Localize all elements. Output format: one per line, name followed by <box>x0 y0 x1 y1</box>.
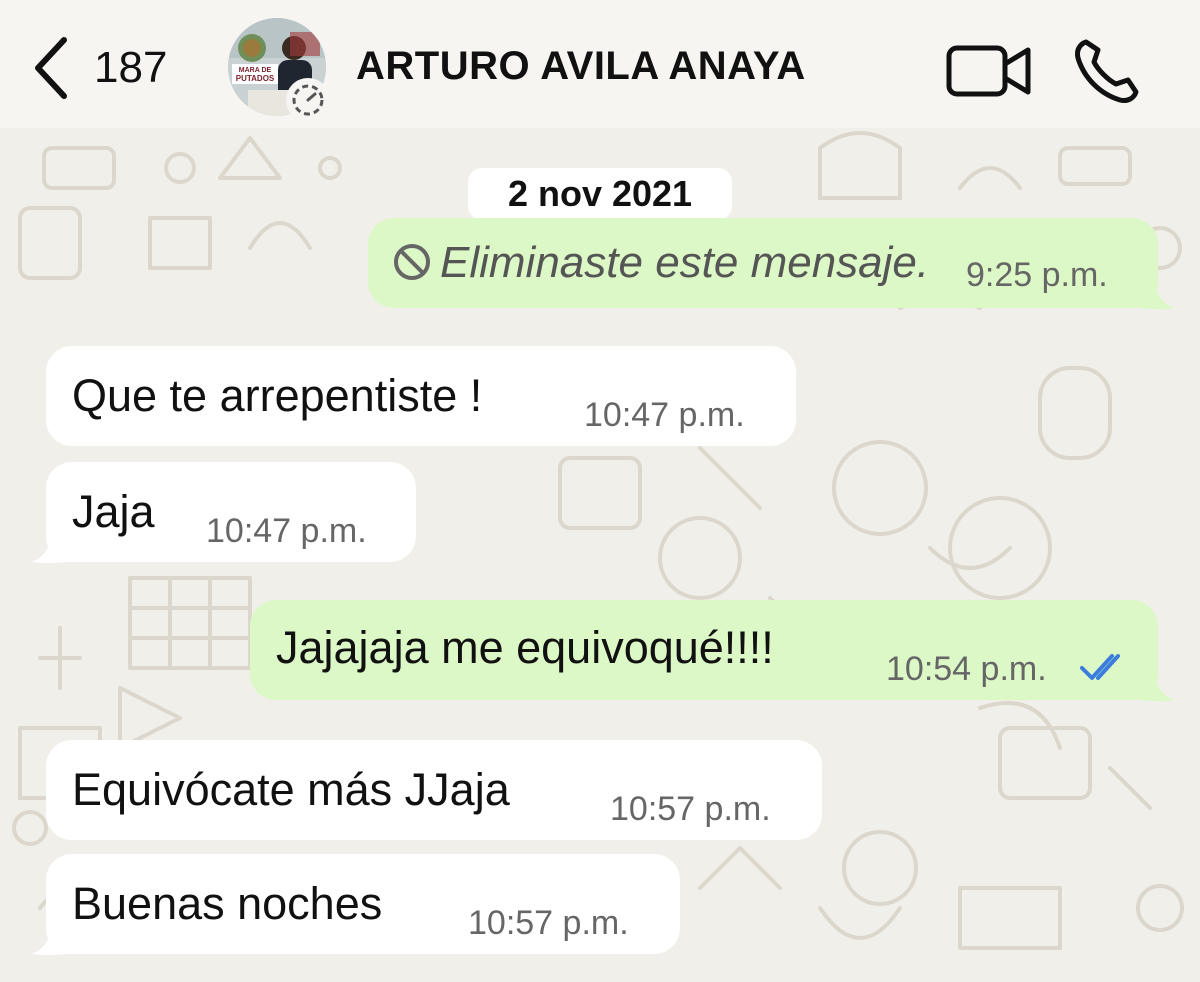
message-time: 10:54 p.m. <box>886 650 1047 688</box>
video-call-button[interactable] <box>944 40 1034 102</box>
message-bubble[interactable]: Equivócate más JJaja 10:57 p.m. <box>46 740 822 840</box>
message-text: Jaja <box>72 486 155 537</box>
message-text: Que te arrepentiste ! <box>72 370 483 421</box>
chat-header: 187 MARA DE PUTADOS ARTURO AVILA ANAYA <box>0 0 1200 128</box>
contact-name[interactable]: ARTURO AVILA ANAYA <box>356 44 806 89</box>
message-text: Equivócate más JJaja <box>72 764 510 815</box>
message-time: 10:47 p.m. <box>584 396 745 434</box>
date-separator: 2 nov 2021 <box>468 168 732 220</box>
svg-text:MARA DE: MARA DE <box>239 67 272 74</box>
status-ring-icon <box>286 78 330 122</box>
message-text: Eliminaste este mensaje. <box>440 238 930 287</box>
message-bubble[interactable]: Buenas noches 10:57 p.m. <box>46 854 680 954</box>
video-camera-icon <box>946 45 1031 97</box>
bubble-tail <box>32 528 68 563</box>
unread-count: 187 <box>94 43 168 92</box>
bubble-tail <box>1140 274 1174 309</box>
message-bubble[interactable]: Jajajaja me equivoqué!!!! 10:54 p.m. <box>250 600 1158 700</box>
bubble-tail <box>1140 666 1174 701</box>
message-bubble[interactable]: Que te arrepentiste ! 10:47 p.m. <box>46 346 796 446</box>
double-check-read-icon <box>1080 654 1120 680</box>
message-text: Jajajaja me equivoqué!!!! <box>276 622 774 673</box>
voice-call-button[interactable] <box>1072 36 1142 106</box>
message-text: Buenas noches <box>72 878 383 929</box>
bubble-tail <box>32 920 68 955</box>
message-time: 9:25 p.m. <box>966 256 1108 294</box>
message-bubble[interactable]: Jaja 10:47 p.m. <box>46 462 416 562</box>
phone-icon <box>1075 39 1139 103</box>
message-bubble[interactable]: Eliminaste este mensaje. 9:25 p.m. <box>368 218 1158 308</box>
deleted-icon <box>394 244 430 280</box>
chevron-left-icon <box>35 37 67 99</box>
message-time: 10:47 p.m. <box>206 512 367 550</box>
chat-area[interactable]: 2 nov 2021 Eliminaste este mensaje. 9:25… <box>0 128 1200 982</box>
svg-text:PUTADOS: PUTADOS <box>236 74 275 83</box>
message-time: 10:57 p.m. <box>468 904 629 942</box>
message-time: 10:57 p.m. <box>610 790 771 828</box>
avatar[interactable]: MARA DE PUTADOS <box>228 18 330 122</box>
back-button[interactable]: 187 <box>30 36 190 100</box>
